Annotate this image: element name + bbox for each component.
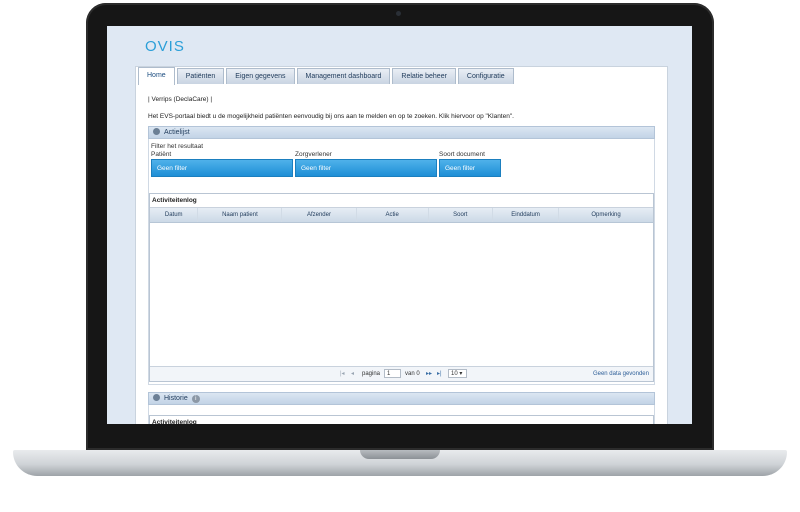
column-header-opmerking[interactable]: Opmerking <box>559 208 653 222</box>
dropdown-arrow-icon: ▾ <box>459 371 463 377</box>
tab-home[interactable]: Home <box>138 67 175 85</box>
page-size-select[interactable]: 10 ▾ <box>448 369 467 378</box>
column-header-afzender[interactable]: Afzender <box>282 208 357 222</box>
brand-logo: OVIS <box>145 38 185 55</box>
filter-title: Filter het resultaat <box>151 143 204 150</box>
prev-page-icon[interactable]: ◂ <box>351 367 354 381</box>
historie-title: Historie <box>164 395 188 402</box>
page-label: pagina <box>362 371 381 377</box>
last-page-icon[interactable]: ▸| <box>437 367 442 381</box>
intro-text: Het EVS-portaal biedt u de mogelijkheid … <box>148 113 514 120</box>
actielijst-body: Filter het resultaat Patiënt Geen filter… <box>148 139 655 385</box>
first-page-icon[interactable]: |◂ <box>340 367 345 381</box>
page-input[interactable]: 1 <box>384 369 401 378</box>
column-header-actie[interactable]: Actie <box>357 208 429 222</box>
column-header-einddatum[interactable]: Einddatum <box>493 208 560 222</box>
grid-caption: Activiteitenlog <box>150 194 653 208</box>
filter-patient-button[interactable]: Geen filter <box>151 159 293 177</box>
breadcrumb: | Verrips (DeclaCare) | <box>148 96 213 103</box>
tab-patienten[interactable]: Patiënten <box>176 68 225 84</box>
filter-patient-label: Patiënt <box>151 151 172 158</box>
actielijst-title: Actielijst <box>164 129 190 136</box>
laptop-base <box>13 450 787 476</box>
column-header-naam-patient[interactable]: Naam patient <box>198 208 283 222</box>
historie-grid-caption: Activiteitenlog <box>150 416 653 424</box>
filter-soort-document: Soort document Geen filter <box>439 151 501 177</box>
info-icon[interactable]: i <box>191 395 200 403</box>
filter-soort-document-button[interactable]: Geen filter <box>439 159 501 177</box>
historie-body: Activiteitenlog <box>148 405 655 424</box>
activiteitenlog-grid: Activiteitenlog Datum Naam patient Afzen… <box>149 193 654 382</box>
collapse-icon[interactable] <box>153 394 160 401</box>
tab-configuratie[interactable]: Configuratie <box>457 68 514 84</box>
filter-zorgverlener-label: Zorgverlener <box>295 151 332 158</box>
screen: OVIS Home Patiënten Eigen gegevens Manag… <box>107 26 692 424</box>
filter-patient: Patiënt Geen filter <box>151 151 293 177</box>
column-header-datum[interactable]: Datum <box>150 208 199 222</box>
column-header-soort[interactable]: Soort <box>429 208 493 222</box>
tab-management-dashboard[interactable]: Management dashboard <box>296 68 391 84</box>
tab-relatie-beheer[interactable]: Relatie beheer <box>392 68 456 84</box>
grid-status: Geen data gevonden <box>592 371 649 377</box>
tab-eigen-gegevens[interactable]: Eigen gegevens <box>226 68 295 84</box>
filter-zorgverlener-button[interactable]: Geen filter <box>295 159 437 177</box>
next-page-icon[interactable]: ▸▸ <box>426 367 432 381</box>
historie-grid: Activiteitenlog <box>149 415 654 424</box>
actielijst-header[interactable]: Actielijst <box>148 126 655 139</box>
filter-zorgverlener: Zorgverlener Geen filter <box>295 151 437 177</box>
grid-header: Datum Naam patient Afzender Actie Soort … <box>150 208 653 223</box>
camera-icon <box>396 11 401 16</box>
main-content: Home Patiënten Eigen gegevens Management… <box>135 66 668 424</box>
page-count: van 0 <box>405 371 420 377</box>
laptop-notch <box>360 450 440 459</box>
page-size-value: 10 <box>451 371 458 377</box>
tab-bar: Home Patiënten Eigen gegevens Management… <box>136 67 667 85</box>
filter-soort-document-label: Soort document <box>439 151 485 158</box>
pager: |◂ ◂ pagina 1 van 0 ▸▸ ▸| 10 ▾ Geen data… <box>150 366 653 381</box>
collapse-icon[interactable] <box>153 128 160 135</box>
historie-header[interactable]: Historie i <box>148 392 655 405</box>
